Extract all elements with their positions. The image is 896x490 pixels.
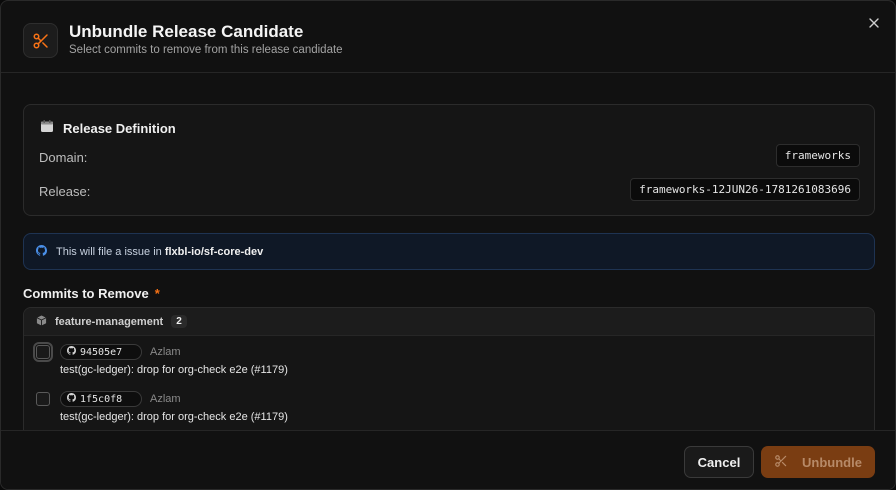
release-definition-title: Release Definition (63, 121, 176, 136)
unbundle-button[interactable]: Unbundle (761, 446, 875, 478)
commits-section-label: Commits to Remove * (23, 286, 160, 301)
release-definition-card: Release Definition Domain: frameworks Re… (23, 104, 875, 216)
calendar-icon (40, 119, 54, 138)
commit-message: test(gc-ledger): drop for org-check e2e … (60, 364, 288, 376)
github-icon (67, 393, 77, 405)
info-text: This will file a issue in flxbl-io/sf-co… (56, 246, 263, 258)
dialog-header: Unbundle Release Candidate Select commit… (1, 1, 895, 73)
dialog-footer: Cancel Unbundle (1, 430, 895, 489)
dialog-subtitle: Select commits to remove from this relea… (69, 44, 343, 56)
domain-label: Domain: (39, 150, 88, 165)
close-icon[interactable] (865, 14, 883, 32)
info-prefix: This will file a issue in (56, 245, 162, 258)
cancel-button[interactable]: Cancel (684, 446, 754, 478)
commit-author: Azlam (150, 346, 181, 358)
release-label: Release: (39, 184, 91, 199)
dialog-body[interactable]: Release Definition Domain: frameworks Re… (1, 74, 895, 430)
info-banner: This will file a issue in flxbl-io/sf-co… (23, 233, 875, 270)
commit-sha: 1f5c0f8 (80, 393, 123, 405)
commit-sha-chip[interactable]: 1f5c0f8 (60, 391, 142, 407)
package-icon (36, 314, 47, 329)
info-repo: flxbl-io/sf-core-dev (164, 245, 264, 258)
commit-sha-chip[interactable]: 94505e7 (60, 344, 142, 360)
commit-group-name: feature-management (55, 315, 164, 328)
github-icon (36, 244, 48, 259)
commit-message: test(gc-ledger): drop for org-check e2e … (60, 411, 288, 423)
unbundle-label: Unbundle (802, 454, 862, 470)
release-definition-header: Release Definition (40, 119, 176, 138)
dialog-title: Unbundle Release Candidate (69, 22, 304, 41)
commits-label: Commits to Remove (23, 286, 149, 301)
commit-checkbox[interactable] (36, 392, 50, 406)
commit-group-count: 2 (171, 315, 187, 328)
commit-checkbox[interactable] (33, 342, 53, 362)
unbundle-dialog: Unbundle Release Candidate Select commit… (0, 0, 896, 490)
commit-row[interactable]: 1f5c0f8 Azlam test(gc-ledger): drop for … (24, 391, 874, 430)
commit-row[interactable]: 94505e7 Azlam test(gc-ledger): drop for … (24, 338, 874, 390)
commit-sha: 94505e7 (80, 346, 123, 358)
required-marker: * (154, 286, 160, 301)
github-icon (67, 346, 77, 358)
release-value: frameworks-12JUN26-1781261083696 (630, 178, 860, 201)
commit-group-header: feature-management 2 (24, 308, 874, 336)
scissors-icon (23, 23, 58, 58)
domain-value: frameworks (775, 144, 860, 167)
commits-list[interactable]: feature-management 2 94505e7 Azlam test(… (23, 307, 875, 430)
scissors-icon (774, 454, 788, 471)
commit-author: Azlam (150, 393, 181, 405)
